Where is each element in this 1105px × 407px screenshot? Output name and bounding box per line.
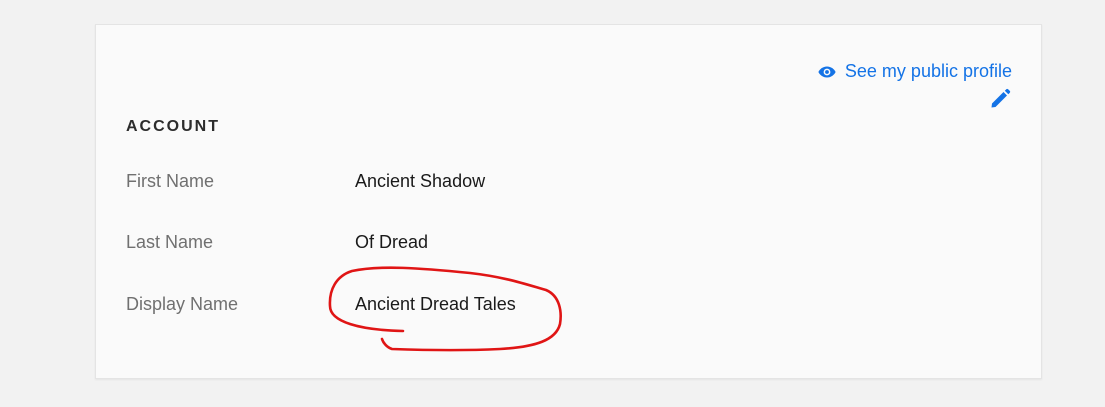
display-name-value: Ancient Dread Tales: [355, 293, 516, 314]
first-name-value: Ancient Shadow: [355, 170, 486, 191]
see-public-profile-link[interactable]: See my public profile: [818, 61, 1012, 82]
first-name-row: First Name Ancient Shadow: [126, 168, 485, 194]
last-name-value: Of Dread: [355, 231, 429, 252]
display-name-label: Display Name: [126, 293, 239, 314]
last-name-row: Last Name Of Dread: [126, 229, 428, 255]
see-public-profile-label[interactable]: See my public profile: [845, 61, 1012, 82]
display-name-row: Display Name Ancient Dread Tales: [126, 291, 516, 317]
last-name-label: Last Name: [126, 231, 214, 252]
pencil-icon[interactable]: [989, 88, 1011, 110]
account-section-title: ACCOUNT: [126, 118, 220, 135]
eye-icon: [818, 66, 836, 78]
first-name-label: First Name: [126, 170, 215, 191]
account-card: See my public profile ACCOUNT First Name…: [95, 24, 1042, 379]
